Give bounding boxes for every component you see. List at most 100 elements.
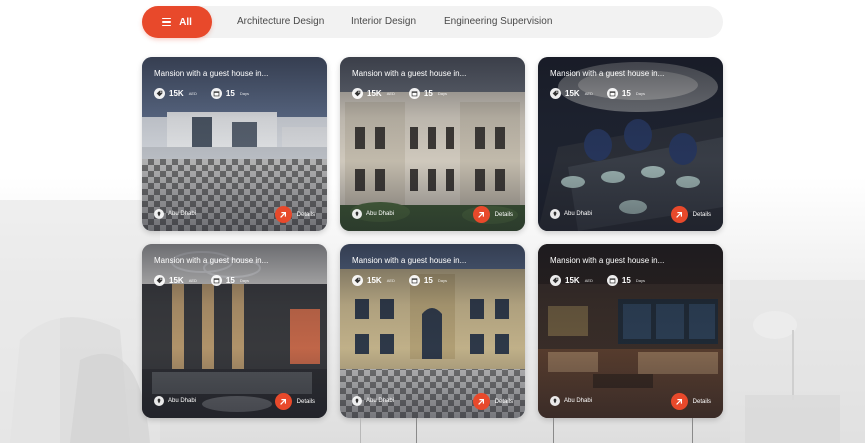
- price-value: 15K: [169, 89, 184, 98]
- duration-value: 15: [423, 276, 433, 285]
- arrow-up-right-icon[interactable]: [670, 206, 688, 223]
- card-stats: 15K AED 15 Days: [352, 88, 447, 99]
- duration-value: 15: [621, 89, 631, 98]
- tab-engineering-supervision[interactable]: Engineering Supervision: [444, 6, 552, 38]
- card-gradient-overlay: [340, 244, 525, 418]
- details-link[interactable]: Details: [670, 206, 711, 223]
- price-value: 15K: [367, 276, 382, 285]
- arrow-up-right-icon[interactable]: [472, 206, 490, 223]
- details-link[interactable]: Details: [274, 206, 315, 223]
- tag-icon: [352, 88, 363, 99]
- project-card[interactable]: Mansion with a guest house in... 15K AED…: [538, 244, 723, 418]
- duration-stat: 15 Days: [210, 88, 249, 99]
- project-card[interactable]: Mansion with a guest house in... 15K AED…: [142, 57, 327, 231]
- card-title: Mansion with a guest house in...: [352, 256, 467, 265]
- tag-icon: [550, 88, 561, 99]
- card-stats: 15K AED 15 Days: [550, 88, 645, 99]
- duration-value: 15: [621, 276, 631, 285]
- project-card[interactable]: Mansion with a guest house in... 15K AED…: [340, 57, 525, 231]
- location-text: Abu Dhabi: [564, 211, 593, 217]
- duration-unit: Days: [437, 278, 447, 283]
- price-unit: AED: [584, 91, 593, 96]
- card-stats: 15K AED 15 Days: [154, 88, 249, 99]
- filter-all-button[interactable]: All: [142, 6, 212, 38]
- price-unit: AED: [584, 278, 593, 283]
- background-divider-line: [692, 418, 693, 443]
- details-label: Details: [296, 211, 315, 218]
- details-label: Details: [296, 398, 315, 405]
- location-text: Abu Dhabi: [366, 398, 395, 404]
- price-value: 15K: [169, 276, 184, 285]
- price-stat: 15K AED: [154, 275, 197, 286]
- details-link[interactable]: Details: [472, 206, 513, 223]
- location-pin-icon: [550, 396, 560, 406]
- card-location: Abu Dhabi: [154, 209, 196, 219]
- duration-value: 15: [225, 89, 235, 98]
- duration-value: 15: [225, 276, 235, 285]
- calendar-icon: [606, 88, 618, 99]
- category-filter-bar: All Architecture Design Interior Design …: [142, 6, 723, 38]
- tag-icon: [154, 275, 165, 286]
- card-location: Abu Dhabi: [352, 209, 394, 219]
- details-link[interactable]: Details: [670, 393, 711, 410]
- price-unit: AED: [188, 91, 197, 96]
- details-link[interactable]: Details: [472, 393, 513, 410]
- duration-stat: 15 Days: [408, 275, 447, 286]
- duration-unit: Days: [635, 91, 645, 96]
- card-location: Abu Dhabi: [550, 209, 592, 219]
- location-text: Abu Dhabi: [564, 398, 593, 404]
- background-divider-line: [553, 418, 554, 443]
- duration-unit: Days: [239, 278, 249, 283]
- price-stat: 15K AED: [352, 88, 395, 99]
- price-value: 15K: [565, 276, 580, 285]
- details-link[interactable]: Details: [274, 393, 315, 410]
- card-title: Mansion with a guest house in...: [352, 69, 467, 78]
- menu-icon: [162, 17, 172, 27]
- location-pin-icon: [352, 396, 362, 406]
- project-card[interactable]: Mansion with a guest house in... 15K AED…: [538, 57, 723, 231]
- arrow-up-right-icon[interactable]: [274, 206, 292, 223]
- project-card[interactable]: Mansion with a guest house in... 15K AED…: [142, 244, 327, 418]
- card-location: Abu Dhabi: [154, 396, 196, 406]
- duration-unit: Days: [437, 91, 447, 96]
- duration-stat: 15 Days: [606, 88, 645, 99]
- card-gradient-overlay: [142, 244, 327, 418]
- project-card[interactable]: Mansion with a guest house in... 15K AED…: [340, 244, 525, 418]
- tab-architecture-design[interactable]: Architecture Design: [237, 6, 324, 38]
- card-gradient-overlay: [340, 57, 525, 231]
- details-label: Details: [692, 398, 711, 405]
- details-label: Details: [494, 211, 513, 218]
- calendar-icon: [606, 275, 618, 286]
- arrow-up-right-icon[interactable]: [472, 393, 490, 410]
- price-unit: AED: [386, 91, 395, 96]
- card-gradient-overlay: [538, 57, 723, 231]
- calendar-icon: [408, 88, 420, 99]
- tag-icon: [154, 88, 165, 99]
- card-location: Abu Dhabi: [352, 396, 394, 406]
- price-stat: 15K AED: [352, 275, 395, 286]
- location-text: Abu Dhabi: [168, 398, 197, 404]
- duration-stat: 15 Days: [210, 275, 249, 286]
- price-unit: AED: [188, 278, 197, 283]
- card-title: Mansion with a guest house in...: [154, 256, 269, 265]
- duration-stat: 15 Days: [408, 88, 447, 99]
- location-text: Abu Dhabi: [168, 211, 197, 217]
- calendar-icon: [408, 275, 420, 286]
- card-stats: 15K AED 15 Days: [352, 275, 447, 286]
- price-value: 15K: [565, 89, 580, 98]
- card-location: Abu Dhabi: [550, 396, 592, 406]
- location-pin-icon: [550, 209, 560, 219]
- details-label: Details: [692, 211, 711, 218]
- details-label: Details: [494, 398, 513, 405]
- price-stat: 15K AED: [154, 88, 197, 99]
- price-unit: AED: [386, 278, 395, 283]
- tag-icon: [352, 275, 363, 286]
- calendar-icon: [210, 275, 222, 286]
- tab-interior-design[interactable]: Interior Design: [351, 6, 416, 38]
- location-pin-icon: [352, 209, 362, 219]
- filter-all-label: All: [179, 16, 192, 28]
- location-text: Abu Dhabi: [366, 211, 395, 217]
- arrow-up-right-icon[interactable]: [670, 393, 688, 410]
- duration-stat: 15 Days: [606, 275, 645, 286]
- arrow-up-right-icon[interactable]: [274, 393, 292, 410]
